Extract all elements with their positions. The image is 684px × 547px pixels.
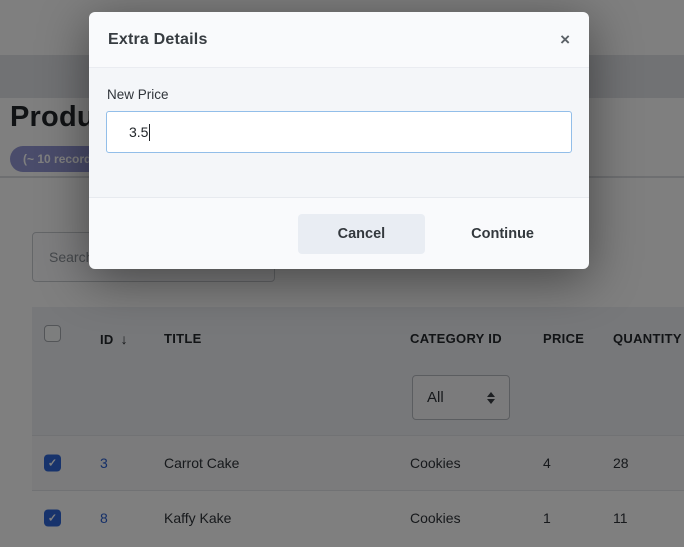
- modal-title: Extra Details: [108, 31, 208, 49]
- cancel-button[interactable]: Cancel: [298, 214, 426, 254]
- modal-footer: Cancel Continue: [89, 197, 589, 269]
- screen: Products (~ 10 records) ID↓ TITLE CATEGO…: [0, 0, 684, 547]
- continue-button[interactable]: Continue: [441, 214, 564, 254]
- new-price-label: New Price: [107, 87, 572, 102]
- extra-details-modal: Extra Details × New Price 3.5 Cancel Con…: [89, 12, 589, 269]
- close-icon[interactable]: ×: [560, 31, 570, 48]
- modal-header: Extra Details ×: [89, 12, 589, 68]
- modal-body: New Price 3.5: [89, 68, 589, 197]
- new-price-input[interactable]: 3.5: [106, 111, 572, 153]
- new-price-value: 3.5: [129, 124, 148, 140]
- text-caret: [149, 124, 150, 141]
